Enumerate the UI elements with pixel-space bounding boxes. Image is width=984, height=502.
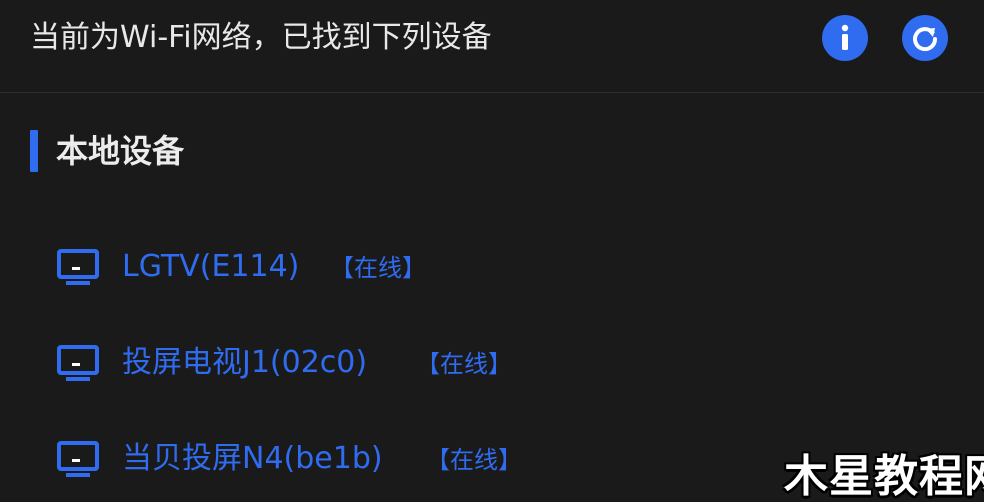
top-bar: 当前为Wi-Fi网络，已找到下列设备 — [0, 0, 984, 93]
network-status-text: 当前为Wi-Fi网络，已找到下列设备 — [30, 20, 492, 55]
section-accent-bar — [30, 130, 38, 172]
info-icon — [841, 24, 849, 50]
tv-icon — [57, 249, 99, 285]
device-status-badge: 【在线】 — [426, 446, 522, 474]
device-status-badge: 【在线】 — [416, 350, 512, 378]
tv-icon — [57, 345, 99, 381]
device-name: 投屏电视J1(02c0) — [122, 345, 368, 380]
device-name: 当贝投屏N4(be1b) — [122, 441, 383, 476]
device-item-j1[interactable]: 投屏电视J1(02c0) 【在线】 — [56, 338, 756, 388]
watermark-text: 木星教程网 — [784, 451, 984, 502]
refresh-button[interactable] — [902, 15, 948, 61]
info-button[interactable] — [822, 15, 868, 61]
refresh-icon — [913, 27, 938, 52]
device-item-n4[interactable]: 当贝投屏N4(be1b) 【在线】 — [56, 434, 756, 484]
tv-icon — [57, 441, 99, 477]
device-name: LGTV(E114) — [122, 249, 300, 284]
device-item-lgtv[interactable]: LGTV(E114) 【在线】 — [56, 242, 756, 292]
section-title: 本地设备 — [56, 132, 185, 170]
device-status-badge: 【在线】 — [330, 254, 426, 282]
